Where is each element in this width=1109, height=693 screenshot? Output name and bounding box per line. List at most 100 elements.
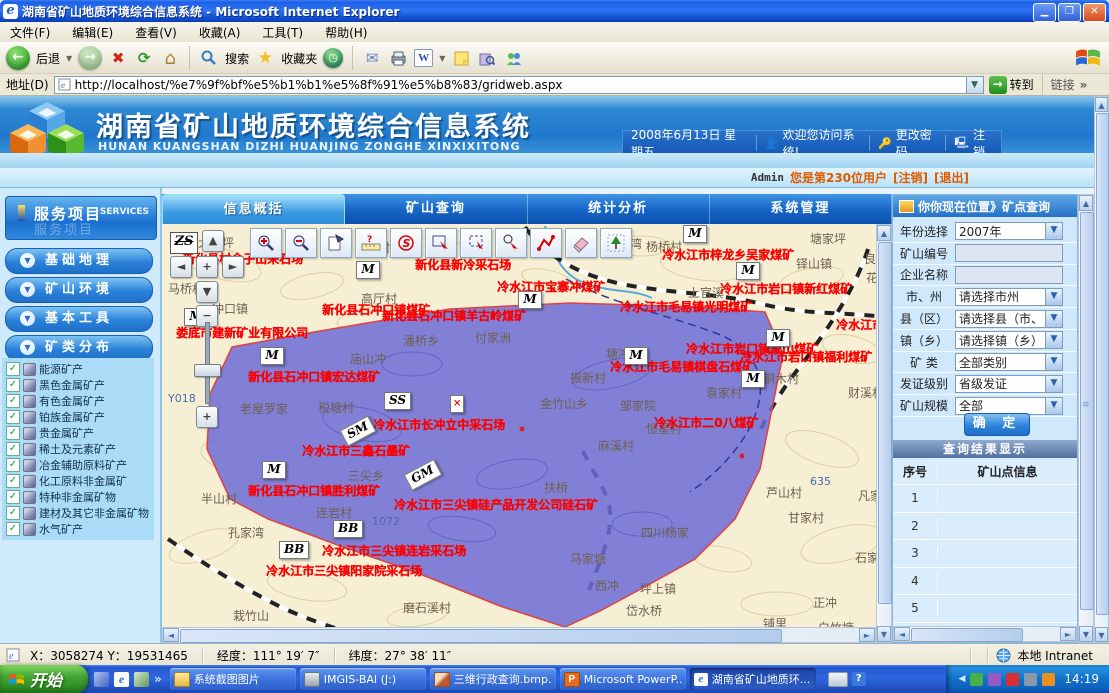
close-button[interactable]: ✕ xyxy=(1083,3,1106,22)
scroll-down-icon[interactable]: ▼ xyxy=(877,626,891,642)
mine-marker[interactable]: BB xyxy=(279,541,309,559)
scroll-right-icon[interactable]: ► xyxy=(859,628,875,642)
sidebar-btn-mine-environment[interactable]: ▼矿山环境 xyxy=(5,277,153,303)
table-row[interactable]: 2 xyxy=(893,513,1077,541)
taskbar-item-current-ie[interactable]: e 湖南省矿山地质环... xyxy=(690,668,816,690)
edit-word-icon[interactable]: W xyxy=(414,49,433,67)
clock[interactable]: 14:19 xyxy=(1064,672,1099,686)
checkbox-checked[interactable]: ✓ xyxy=(6,490,20,504)
menu-view[interactable]: 查看(V) xyxy=(135,24,177,41)
stop-icon[interactable]: ✖ xyxy=(108,48,128,68)
logout-text-link[interactable]: [注销] xyxy=(893,169,928,186)
mine-marker[interactable]: SS xyxy=(384,392,411,410)
checkbox-checked[interactable]: ✓ xyxy=(6,458,20,472)
chevron-down-icon[interactable]: ▼ xyxy=(1045,311,1062,327)
map-zoom-plus[interactable]: + xyxy=(196,406,218,428)
scroll-down-icon[interactable]: ▼ xyxy=(1079,626,1093,642)
ie-quicklaunch-icon[interactable]: e xyxy=(114,672,129,687)
taskbar-item-folder[interactable]: 系统截图图片 xyxy=(170,668,296,690)
map-hscrollbar[interactable]: ◄ ► xyxy=(162,627,876,643)
city-select[interactable]: 请选择市州▼ xyxy=(955,288,1063,306)
map-tool-eraser[interactable] xyxy=(565,228,597,258)
map-tool-zoom-in[interactable] xyxy=(250,228,282,258)
menu-tools[interactable]: 工具(T) xyxy=(262,24,303,41)
tray-icon-orange[interactable] xyxy=(1042,673,1055,686)
company-name-input[interactable] xyxy=(955,266,1063,284)
mine-marker[interactable]: × xyxy=(450,395,464,413)
panel-hscrollbar[interactable]: ◄ ► xyxy=(893,626,1077,642)
category-select[interactable]: 全部类别▼ xyxy=(955,353,1063,371)
town-select[interactable]: 请选择镇（乡）▼ xyxy=(955,331,1063,349)
map-tool-rect-zoom[interactable] xyxy=(425,228,457,258)
history-icon[interactable]: ◷ xyxy=(323,48,343,68)
tab-info-overview[interactable]: 信息概括 xyxy=(162,194,345,224)
mine-marker[interactable]: M xyxy=(262,461,286,479)
tray-icon-purple[interactable] xyxy=(988,673,1001,686)
chevron-down-icon[interactable]: ▼ xyxy=(1045,289,1062,305)
mine-marker[interactable]: M xyxy=(766,329,790,347)
mine-marker[interactable]: M xyxy=(356,261,380,279)
table-row[interactable]: 4 xyxy=(893,568,1077,596)
checkbox-checked[interactable]: ✓ xyxy=(6,394,20,408)
map-nav-zs[interactable]: ZS xyxy=(170,232,198,254)
mine-id-input[interactable] xyxy=(955,244,1063,262)
refresh-icon[interactable]: ⟳ xyxy=(134,48,154,68)
window-vscrollbar[interactable]: ▲ ▼ xyxy=(1094,96,1109,643)
mine-marker[interactable]: M xyxy=(736,262,760,280)
scroll-left-icon[interactable]: ◄ xyxy=(163,628,179,642)
favorites-star-icon[interactable]: ★ xyxy=(255,48,275,68)
mine-scale-select[interactable]: 全部▼ xyxy=(955,397,1063,415)
taskbar-item-image[interactable]: 三维行政查询.bmp... xyxy=(430,668,556,690)
taskbar-item-powerpoint[interactable]: P Microsoft PowerP... xyxy=(560,668,686,690)
change-password-link[interactable]: 🔑更改密码 xyxy=(869,135,945,151)
tray-icon-monitor[interactable] xyxy=(1024,673,1037,686)
map-nav-right[interactable]: ► xyxy=(222,256,244,278)
scroll-left-icon[interactable]: ◄ xyxy=(894,627,910,641)
quick-launch-more-icon[interactable]: » xyxy=(154,672,162,686)
forward-button[interactable]: → xyxy=(78,46,102,70)
checkbox-checked[interactable]: ✓ xyxy=(6,506,20,520)
start-button[interactable]: 开始 xyxy=(0,665,88,693)
year-select[interactable]: 2007年▼ xyxy=(955,222,1063,240)
tray-collapse-icon[interactable]: ◀ xyxy=(958,674,965,684)
media-quicklaunch-icon[interactable] xyxy=(134,672,149,687)
chevron-down-icon[interactable]: ▼ xyxy=(1045,223,1062,239)
exit-text-link[interactable]: [退出] xyxy=(934,169,969,186)
chevron-down-icon[interactable]: ▼ xyxy=(1045,332,1062,348)
map-tool-point-select[interactable] xyxy=(495,228,527,258)
search-icon[interactable] xyxy=(199,48,219,68)
map-nav-up[interactable]: ▲ xyxy=(202,230,224,252)
panel-vscrollbar[interactable]: ▲ ≡ ▼ xyxy=(1078,194,1094,643)
map-zoom-slider-handle[interactable] xyxy=(194,364,221,377)
scroll-up-icon[interactable]: ▲ xyxy=(1095,97,1108,112)
map-canvas[interactable]: 大禾坪小云村苏家湾杨桥村塘家坪良溪村铎山镇花桥马桥村冲口镇高厅村上官溪潘桥乡付家… xyxy=(162,224,876,627)
search-label[interactable]: 搜索 xyxy=(225,50,249,67)
table-row[interactable]: 1 xyxy=(893,485,1077,513)
checkbox-checked[interactable]: ✓ xyxy=(6,474,20,488)
map-nav-center[interactable]: + xyxy=(196,256,218,278)
mine-marker[interactable]: M xyxy=(518,291,542,309)
minimize-button[interactable]: ▁ xyxy=(1033,3,1056,22)
map-nav-left[interactable]: ◄ xyxy=(170,256,192,278)
submit-button[interactable]: 确 定 xyxy=(964,413,1030,436)
checkbox-checked[interactable]: ✓ xyxy=(6,426,20,440)
chevron-down-icon[interactable]: ▼ xyxy=(1045,354,1062,370)
menu-file[interactable]: 文件(F) xyxy=(10,24,50,41)
sidebar-btn-base-geography[interactable]: ▼基础地理 xyxy=(5,248,153,274)
map-tool-rect-select[interactable] xyxy=(460,228,492,258)
mine-marker[interactable]: M xyxy=(260,347,284,365)
favorites-label[interactable]: 收藏夹 xyxy=(281,50,317,67)
mail-icon[interactable]: ✉ xyxy=(362,48,382,68)
table-row[interactable]: 3 xyxy=(893,540,1077,568)
links-label[interactable]: 链接 xyxy=(1051,76,1075,93)
map-tool-measure[interactable]: ? xyxy=(355,228,387,258)
messenger-icon[interactable] xyxy=(503,48,523,68)
notes-icon[interactable] xyxy=(451,48,471,68)
home-icon[interactable]: ⌂ xyxy=(160,48,180,68)
back-button[interactable]: ← xyxy=(6,46,30,70)
tab-system-mgmt[interactable]: 系统管理 xyxy=(710,194,892,224)
show-desktop-icon[interactable] xyxy=(94,672,109,687)
help-language-icon[interactable]: ? xyxy=(852,672,866,686)
taskbar-item-drive[interactable]: IMGIS-BAI (J:) xyxy=(300,668,426,690)
map-vscrollbar[interactable]: ▲ ▼ xyxy=(876,224,892,643)
